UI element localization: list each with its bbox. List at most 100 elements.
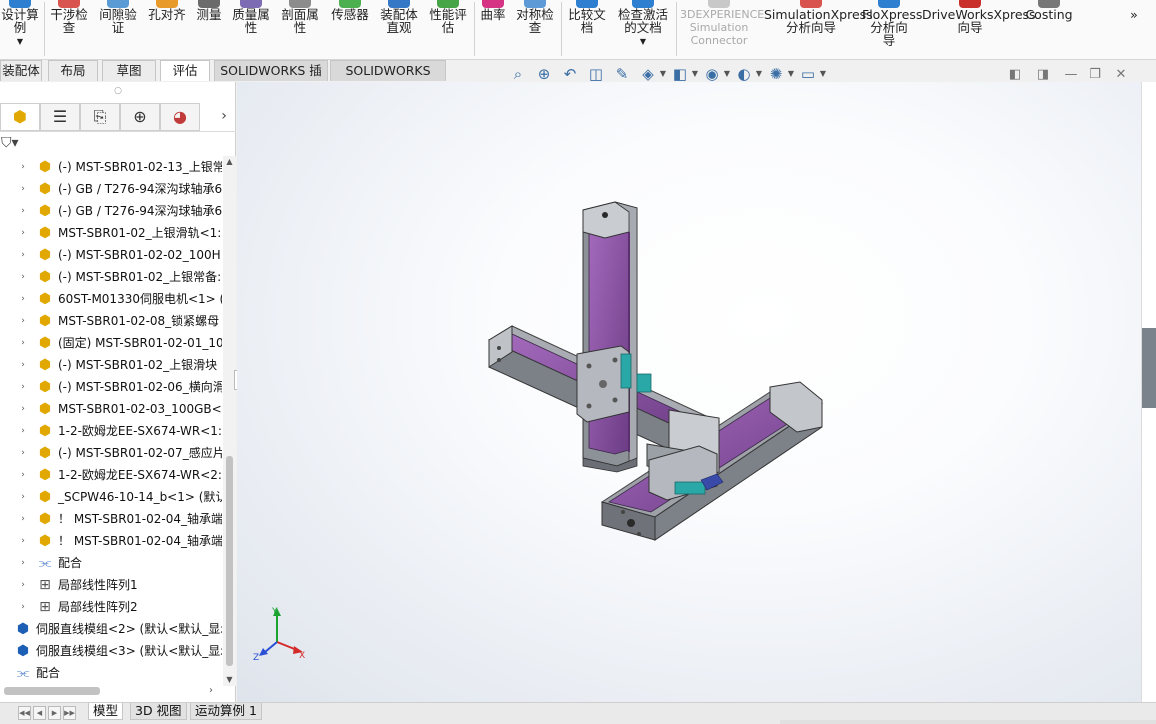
ribbon-button[interactable]: 设计算 例 ▼ [0,0,40,58]
tree-row[interactable]: › ⬢ MST-SBR01-02-03_100GB< [0,398,222,420]
ribbon-button[interactable]: 间隙验 证 [97,0,139,58]
ribbon-button[interactable]: 曲率 [478,0,508,58]
expand-chevron-icon[interactable]: › [18,159,28,175]
display-manager-icon[interactable]: ◕ [160,103,200,131]
expand-chevron-icon[interactable]: › [18,379,28,395]
expand-chevron-icon[interactable]: › [18,203,28,219]
last-tab-icon[interactable]: ▶▶ [63,706,76,720]
tree-row[interactable]: › ⬢ 60ST-M01330伺服电机<1> ( [0,288,222,310]
scroll-right-icon[interactable]: › [204,684,218,698]
ribbon-button[interactable]: 检查激活 的文档 ▼ [615,0,671,58]
configuration-manager-icon[interactable]: ⎘ [80,103,120,131]
expand-chevron-icon[interactable]: › [18,533,28,549]
tree-row[interactable]: › ⬢ 1-2-欧姆龙EE-SX674-WR<1: [0,420,222,442]
tree-horizontal-scrollbar[interactable]: › [0,684,220,698]
scroll-thumb[interactable] [226,456,233,666]
dynamic-annotation-icon[interactable]: ✎ [612,64,632,84]
view-orientation-icon[interactable]: ◈ [638,64,658,84]
property-manager-icon[interactable]: ☰ [40,103,80,131]
tab-4[interactable]: SOLIDWORKS 插件 [214,60,328,98]
expand-chevron-icon[interactable]: › [18,291,28,307]
first-tab-icon[interactable]: ◀◀ [18,706,31,720]
tree-row[interactable]: ⬢ 伺服直线模组<2> (默认<默认_显示 [0,618,222,640]
expand-chevron-icon[interactable]: › [18,313,28,329]
expand-chevron-icon[interactable]: › [18,577,28,593]
expand-chevron-icon[interactable]: › [18,555,28,571]
dropdown-caret-icon[interactable]: ▼ [0,35,40,48]
edit-appearance-icon[interactable]: ◐ [734,64,754,84]
ribbon-button[interactable]: 传感器 [328,0,372,58]
tab-2[interactable]: 草图 [102,60,156,81]
scroll-up-icon[interactable]: ▲ [223,156,236,168]
dropdown-caret-icon[interactable]: ▼ [690,64,700,84]
tree-row[interactable]: › ⊞ 局部线性阵列2 [0,596,222,618]
section-view-icon[interactable]: ◫ [586,64,606,84]
expand-chevron-icon[interactable]: › [18,357,28,373]
tree-row[interactable]: ⬢ 伺服直线模组<3> (默认<默认_显示 [0,640,222,662]
task-pane-collapsed-tab[interactable] [1142,328,1156,408]
tree-row[interactable]: › ⬢ MST-SBR01-02-08_锁紧螺母 [0,310,222,332]
dropdown-caret-icon[interactable]: ▼ [754,64,764,84]
ribbon-button[interactable]: 性能评 估 [427,0,469,58]
expand-chevron-icon[interactable]: › [18,225,28,241]
prev-tab-icon[interactable]: ◀ [33,706,46,720]
ribbon-button[interactable]: 比较文 档 [566,0,608,58]
tree-row[interactable]: › ⬢ (-) GB / T276-94深沟球轴承6 [0,200,222,222]
previous-view-icon[interactable]: ↶ [560,64,580,84]
panel-scroll-right-icon[interactable]: › [214,106,234,126]
expand-chevron-icon[interactable]: › [18,335,28,351]
tree-row[interactable]: › ⬢ (-) MST-SBR01-02_上银滑块 [0,354,222,376]
expand-chevron-icon[interactable]: › [18,489,28,505]
vertical-axis-module[interactable] [582,201,638,473]
tree-row[interactable]: › ⬢ (-) MST-SBR01-02-06_横向滑 [0,376,222,398]
tree-row[interactable]: › ⬢ MST-SBR01-02_上银滑轨<1: [0,222,222,244]
tree-row[interactable]: › ⬢ ！ MST-SBR01-02-04_轴承端 [0,508,222,530]
filter-icon[interactable]: ⛉▾ [1,135,19,151]
bottom-tab-2[interactable]: 运动算例 1 [190,703,262,720]
tree-row[interactable]: › ⬢ ！ MST-SBR01-02-04_轴承端 [0,530,222,552]
chevron-double-right-icon[interactable]: » [1126,8,1142,66]
tree-row[interactable]: › ⬢ (-) MST-SBR01-02-07_感应片 [0,442,222,464]
tree-row[interactable]: › ⬢ _SCPW46-10-14_b<1> (默认 [0,486,222,508]
graphics-area[interactable]: Y X Z [237,82,1141,702]
dropdown-caret-icon[interactable]: ▼ [818,64,828,84]
tree-row[interactable]: › ⫘ 配合 [0,552,222,574]
ribbon-button[interactable]: FloXpress 分析向 导 [862,0,922,58]
zoom-area-icon[interactable]: ⊕ [534,64,554,84]
dropdown-caret-icon[interactable]: ▼ [722,64,732,84]
dimxpert-icon[interactable]: ⊕ [120,103,160,131]
ribbon-button[interactable]: 测量 [194,0,224,58]
dropdown-caret-icon[interactable]: ▼ [658,64,668,84]
feature-manager-icon[interactable]: ⬢ [0,103,40,131]
expand-chevron-icon[interactable]: › [18,511,28,527]
tree-row[interactable]: › ⬢ (-) GB / T276-94深沟球轴承6 [0,178,222,200]
dropdown-caret-icon[interactable]: ▼ [615,35,671,48]
panel-grip-icon[interactable]: ○ [0,82,236,100]
apply-scene-icon[interactable]: ✺ [766,64,786,84]
expand-chevron-icon[interactable]: › [18,181,28,197]
ribbon-button[interactable]: 孔对齐 [146,0,188,58]
expand-chevron-icon[interactable]: › [18,423,28,439]
tab-5[interactable]: SOLIDWORKS MBD [330,60,446,98]
next-tab-icon[interactable]: ▶ [48,706,61,720]
ribbon-button[interactable]: 装配体 直观 [378,0,420,58]
tab-1[interactable]: 布局 [48,60,98,81]
display-style-icon[interactable]: ◧ [670,64,690,84]
expand-chevron-icon[interactable]: › [18,247,28,263]
zoom-to-fit-icon[interactable]: ⌕ [508,64,528,84]
tree-row[interactable]: ⫘ 配合 [0,662,222,684]
bottom-tab-1[interactable]: 3D 视图 [130,703,187,720]
ribbon-button[interactable]: 质量属 性 [230,0,272,58]
hscroll-thumb[interactable] [4,687,100,695]
expand-chevron-icon[interactable]: › [18,599,28,615]
hide-show-icon[interactable]: ◉ [702,64,722,84]
expand-chevron-icon[interactable]: › [18,467,28,483]
tree-row[interactable]: › ⬢ (-) MST-SBR01-02-13_上银常 [0,156,222,178]
expand-chevron-icon[interactable]: › [18,445,28,461]
ribbon-button[interactable]: 剖面属 性 [279,0,321,58]
ribbon-button[interactable]: DriveWorksXpress 向导 [922,0,1036,58]
ribbon-button[interactable]: 对称检 查 [514,0,556,58]
expand-chevron-icon[interactable]: › [18,269,28,285]
tree-row[interactable]: › ⬢ (-) MST-SBR01-02-02_100H [0,244,222,266]
bottom-tab-0[interactable]: 模型 [88,703,124,720]
